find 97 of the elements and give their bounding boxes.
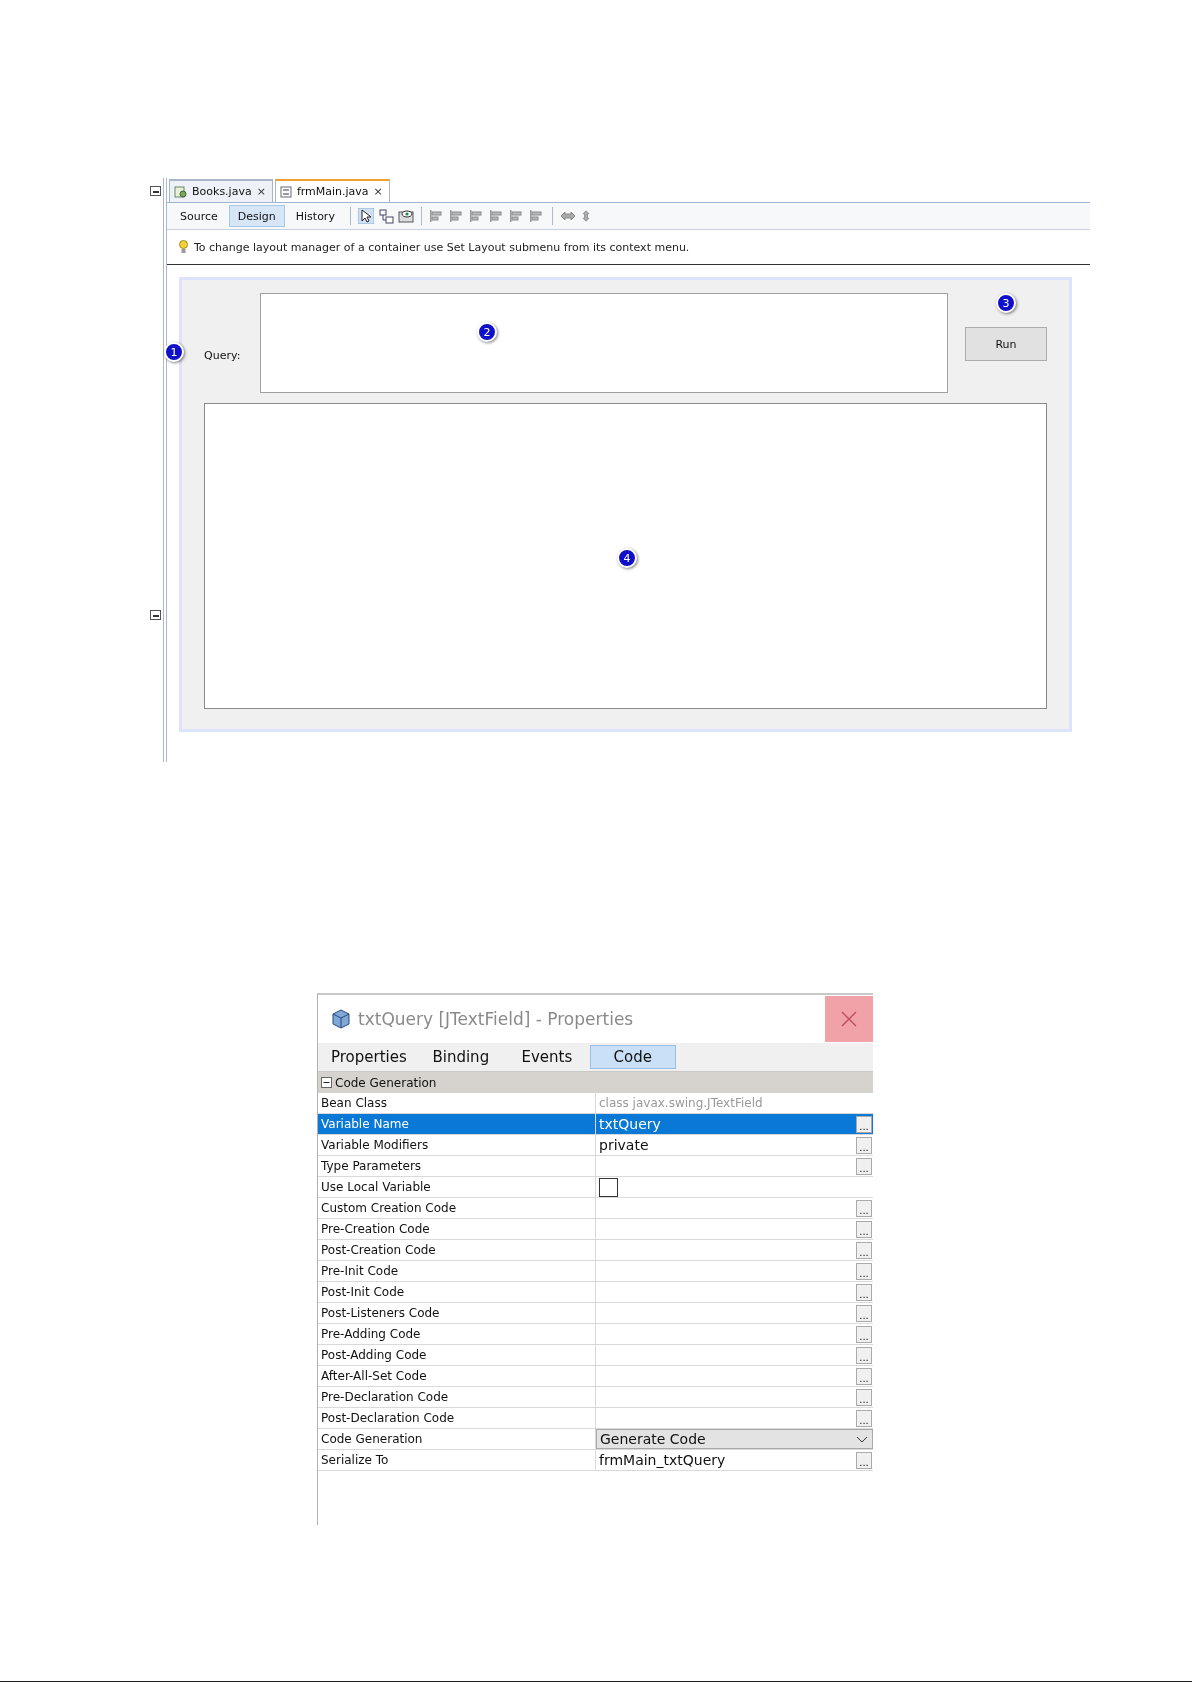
editor-button[interactable]: ... <box>856 1409 872 1427</box>
editor-button[interactable]: ... <box>856 1304 872 1322</box>
property-row[interactable]: After-All-Set Code ... <box>318 1366 873 1387</box>
callout-number: 1 <box>164 342 184 362</box>
editor-button[interactable]: ... <box>856 1283 872 1301</box>
query-field[interactable]: 2 <box>260 293 948 393</box>
property-row[interactable]: Pre-Creation Code ... <box>318 1219 873 1240</box>
java-file-icon <box>174 185 187 198</box>
property-name: Pre-Init Code <box>318 1261 596 1281</box>
property-name: Type Parameters <box>318 1156 596 1176</box>
editor-button[interactable]: ... <box>856 1157 872 1175</box>
panel-icon[interactable] <box>150 186 161 196</box>
property-row[interactable]: Post-Creation Code ... <box>318 1240 873 1261</box>
editor-button[interactable]: ... <box>856 1388 872 1406</box>
property-row[interactable]: Pre-Init Code ... <box>318 1261 873 1282</box>
run-button[interactable]: Run <box>965 327 1047 361</box>
callout-number: 2 <box>477 322 497 342</box>
selection-mode-icon[interactable] <box>357 208 374 224</box>
property-name: Post-Creation Code <box>318 1240 596 1260</box>
property-row[interactable]: Post-Init Code ... <box>318 1282 873 1303</box>
query-label: Query: <box>204 349 242 362</box>
close-icon <box>841 1011 857 1027</box>
property-row[interactable]: Serialize To frmMain_txtQuery ... <box>318 1450 873 1471</box>
lightbulb-icon <box>179 240 188 254</box>
property-name: Serialize To <box>318 1450 596 1470</box>
property-row[interactable]: Custom Creation Code ... <box>318 1198 873 1219</box>
property-name: Post-Adding Code <box>318 1345 596 1365</box>
property-row[interactable]: Variable Modifiers private ... <box>318 1135 873 1156</box>
property-row[interactable]: Type Parameters ... <box>318 1156 873 1177</box>
property-row[interactable]: Use Local Variable <box>318 1177 873 1198</box>
align-icon[interactable] <box>528 208 545 224</box>
align-icon[interactable] <box>508 208 525 224</box>
editor-button[interactable]: ... <box>856 1346 872 1364</box>
vertical-resize-icon[interactable] <box>579 208 592 224</box>
editor-button[interactable]: ... <box>856 1136 872 1154</box>
property-row[interactable]: Variable Name txtQuery ... <box>318 1114 873 1135</box>
file-tab[interactable]: frmMain.java × <box>274 179 390 202</box>
cube-icon <box>332 1009 350 1029</box>
dropdown[interactable]: Generate Code <box>596 1429 873 1449</box>
align-icon[interactable] <box>488 208 505 224</box>
editor-button[interactable]: ... <box>856 1220 872 1238</box>
close-icon[interactable]: × <box>256 185 266 198</box>
group-label: Code Generation <box>335 1075 437 1090</box>
property-row[interactable]: Post-Declaration Code ... <box>318 1408 873 1429</box>
editor-button[interactable]: ... <box>856 1115 872 1133</box>
property-name: Post-Declaration Code <box>318 1408 596 1428</box>
window-title: txtQuery [JTextField] - Properties <box>358 1009 635 1029</box>
property-row[interactable]: Post-Listeners Code ... <box>318 1303 873 1324</box>
property-name: After-All-Set Code <box>318 1366 596 1386</box>
editor-button[interactable]: ... <box>856 1199 872 1217</box>
property-name: Pre-Adding Code <box>318 1324 596 1344</box>
editor-button[interactable]: ... <box>856 1325 872 1343</box>
property-name: Custom Creation Code <box>318 1198 596 1218</box>
panel-icon[interactable] <box>150 610 161 620</box>
property-row[interactable]: Code Generation Generate Code <box>318 1429 873 1450</box>
view-tab[interactable]: History <box>286 205 344 227</box>
properties-tab[interactable]: Properties <box>320 1045 418 1069</box>
property-name: Variable Modifiers <box>318 1135 596 1155</box>
editor-button[interactable]: ... <box>856 1241 872 1259</box>
property-value[interactable]: frmMain_txtQuery <box>596 1452 856 1468</box>
callout-number: 4 <box>617 548 637 568</box>
property-row[interactable]: Pre-Declaration Code ... <box>318 1387 873 1408</box>
connection-mode-icon[interactable] <box>377 208 394 224</box>
file-tab[interactable]: Books.java × <box>169 179 273 202</box>
view-tab[interactable]: Source <box>171 205 227 227</box>
property-name: Pre-Declaration Code <box>318 1387 596 1407</box>
editor-button[interactable]: ... <box>856 1262 872 1280</box>
property-name: Post-Listeners Code <box>318 1303 596 1323</box>
editor-button[interactable]: ... <box>856 1451 872 1469</box>
form-file-icon <box>279 185 292 198</box>
property-name: Use Local Variable <box>318 1177 596 1197</box>
align-icon[interactable] <box>468 208 485 224</box>
callout-number: 3 <box>996 293 1016 313</box>
group-header[interactable]: Code Generation <box>318 1072 873 1093</box>
collapse-icon[interactable] <box>321 1077 332 1088</box>
property-value[interactable]: private <box>596 1137 856 1153</box>
property-row[interactable]: Bean Class class javax.swing.JTextField <box>318 1093 873 1114</box>
property-value: class javax.swing.JTextField <box>598 1096 764 1110</box>
properties-tab[interactable]: Binding <box>417 1045 504 1069</box>
align-icon[interactable] <box>428 208 445 224</box>
editor-button[interactable]: ... <box>856 1367 872 1385</box>
property-name: Variable Name <box>318 1114 596 1134</box>
property-row[interactable]: Post-Adding Code ... <box>318 1345 873 1366</box>
preview-icon[interactable] <box>397 208 414 224</box>
hint-text: To change layout manager of a container use Set Layout submenu from its context menu. <box>194 240 690 254</box>
view-tab[interactable]: Design <box>228 205 285 227</box>
property-name: Bean Class <box>318 1093 596 1113</box>
property-name: Pre-Creation Code <box>318 1219 596 1239</box>
checkbox[interactable] <box>599 1177 618 1197</box>
properties-tab[interactable]: Code <box>589 1045 676 1069</box>
property-row[interactable]: Pre-Adding Code ... <box>318 1324 873 1345</box>
properties-tab[interactable]: Events <box>503 1045 590 1069</box>
property-name: Post-Init Code <box>318 1282 596 1302</box>
close-icon[interactable]: × <box>373 185 383 198</box>
align-icon[interactable] <box>448 208 465 224</box>
property-value[interactable]: txtQuery <box>596 1116 856 1132</box>
chevron-down-icon <box>856 1435 868 1443</box>
